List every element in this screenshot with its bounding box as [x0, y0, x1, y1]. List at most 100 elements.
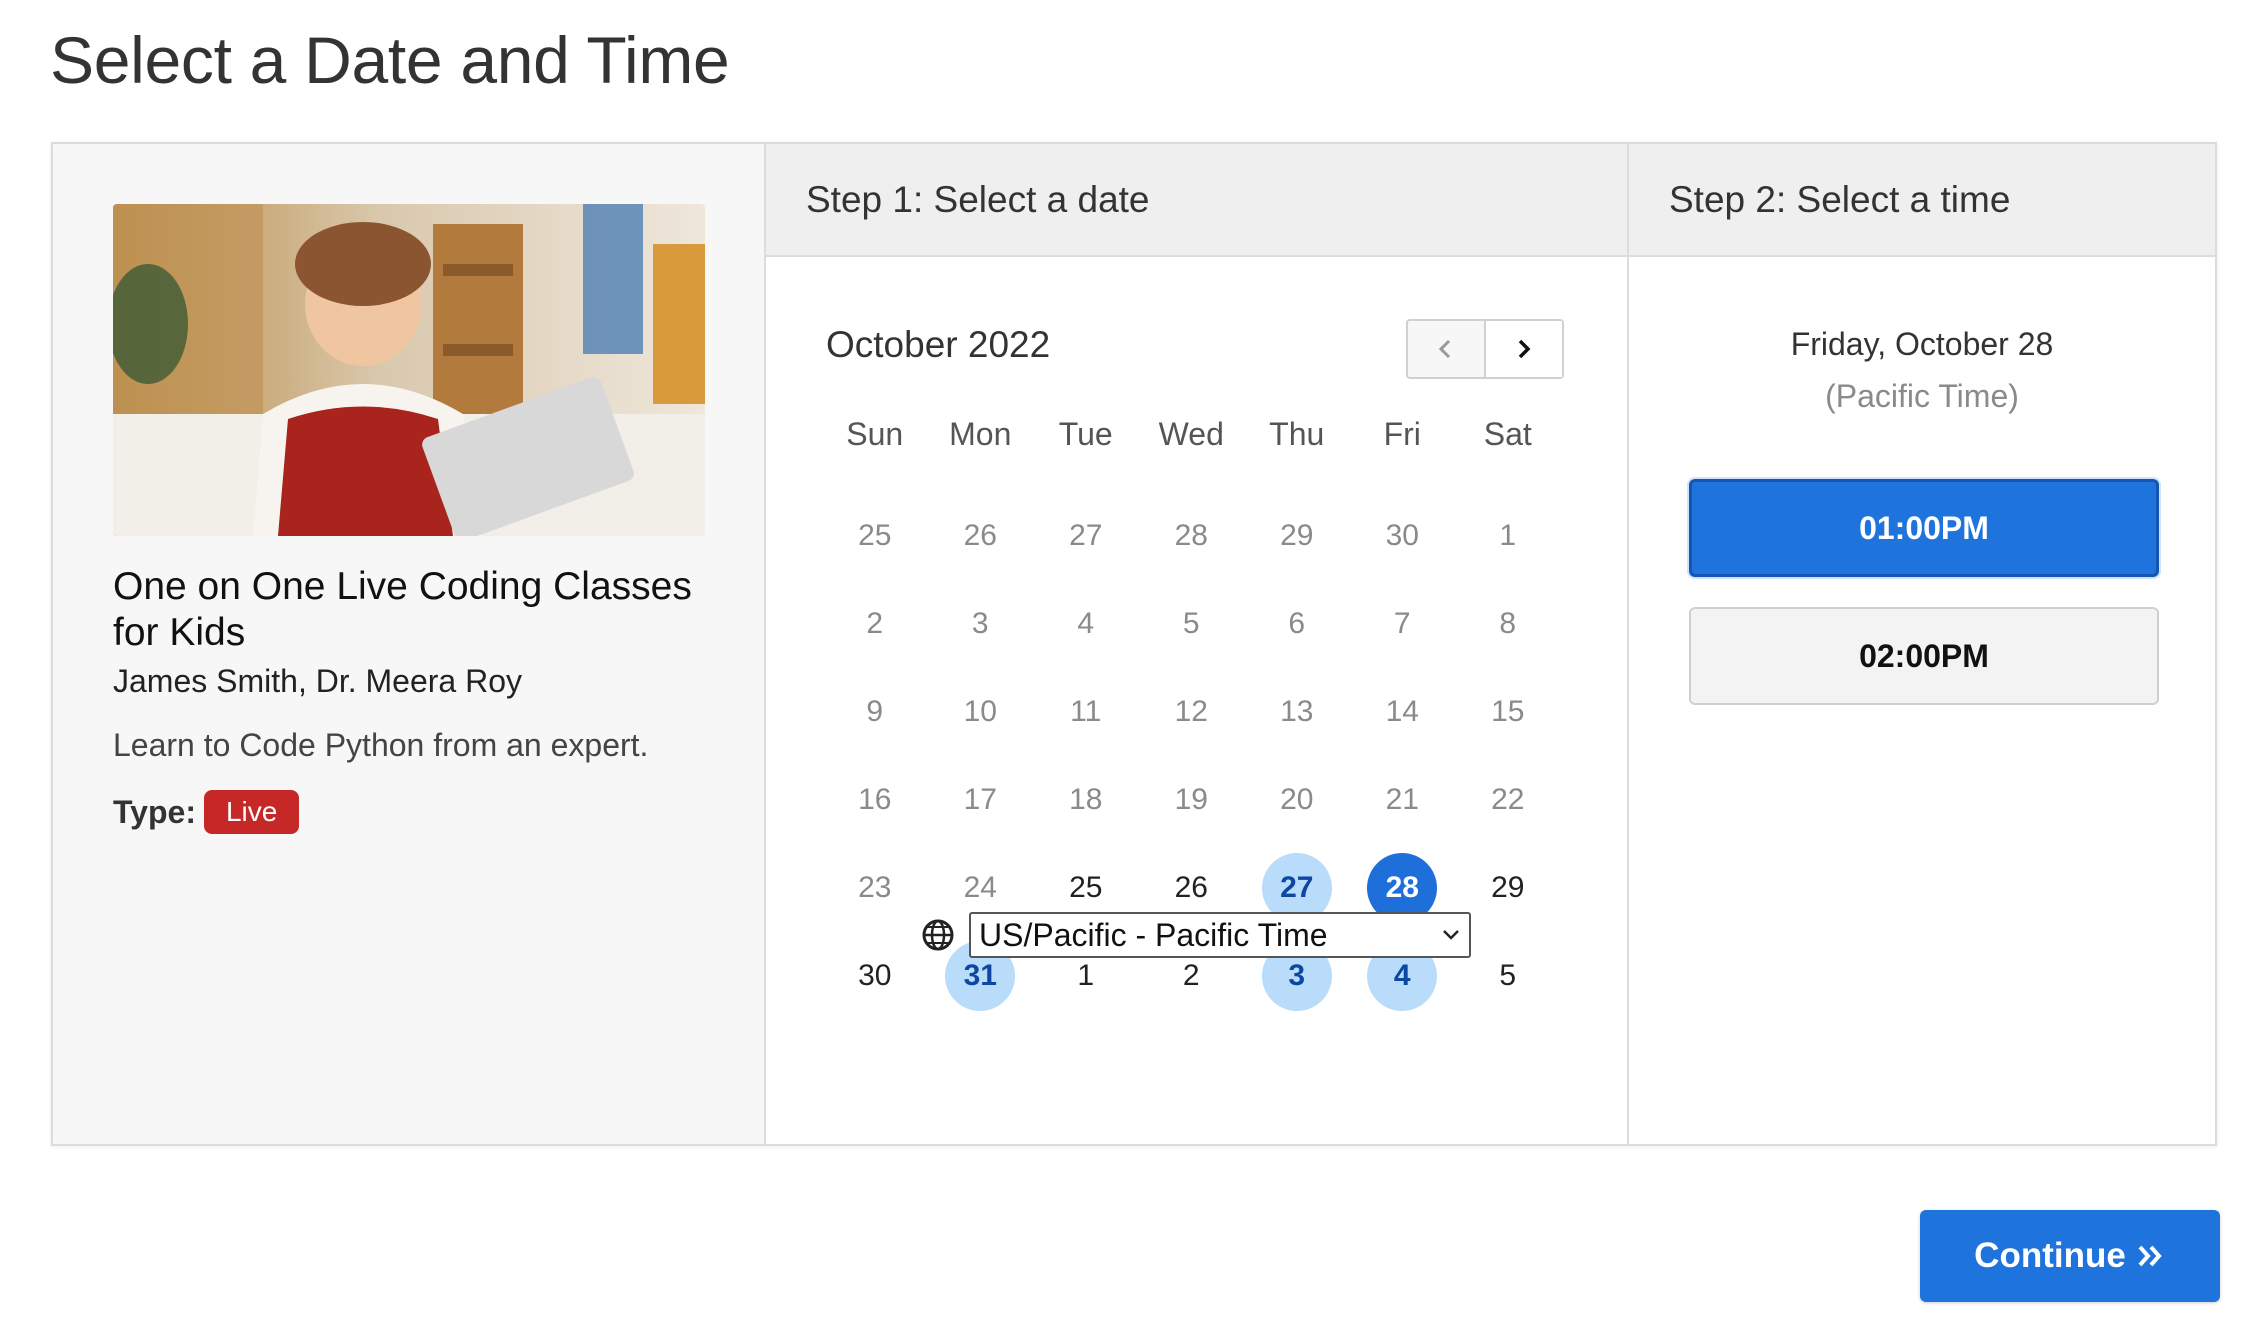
- calendar-day: 12: [1139, 668, 1245, 756]
- calendar-day: 3: [928, 580, 1034, 668]
- calendar-day-number: 16: [858, 783, 892, 816]
- calendar-day-number: 1: [1499, 519, 1517, 552]
- calendar-day: 13: [1244, 668, 1350, 756]
- month-nav: [1406, 319, 1564, 379]
- calendar-day: 2: [822, 580, 928, 668]
- calendar-day: 21: [1350, 756, 1456, 844]
- timezone-row: US/Pacific - Pacific Time: [921, 912, 1471, 958]
- selected-date-label: Friday, October 28: [1790, 326, 2054, 362]
- calendar-day-number: 5: [1499, 959, 1517, 992]
- calendar-day-number: 30: [858, 959, 892, 992]
- page-title: Select a Date and Time: [50, 23, 730, 97]
- timezone-value: US/Pacific - Pacific Time: [979, 916, 1328, 953]
- calendar-day-number: 15: [1491, 695, 1525, 728]
- chevron-left-icon: [1438, 339, 1451, 359]
- chevron-down-icon: [1443, 930, 1459, 940]
- calendar-day: 11: [1033, 668, 1139, 756]
- time-column: Step 2: Select a time Friday, October 28…: [1629, 144, 2215, 1144]
- calendar-day: 15: [1455, 668, 1561, 756]
- calendar-day-number: 29: [1491, 871, 1525, 904]
- calendar-day-number: 7: [1393, 607, 1411, 640]
- calendar-day: 8: [1455, 580, 1561, 668]
- calendar-day: 25: [822, 492, 928, 580]
- calendar-day: 30: [1350, 492, 1456, 580]
- weekday-label: Mon: [949, 415, 1012, 452]
- booking-panel: One on One Live Coding Classes for Kids …: [51, 142, 2217, 1146]
- calendar-day-number: 19: [1174, 783, 1208, 816]
- weekday-label: Sat: [1483, 415, 1532, 452]
- double-chevron-right-icon: [2138, 1245, 2162, 1267]
- calendar-day: 28: [1139, 492, 1245, 580]
- calendar-day-number: 12: [1174, 695, 1208, 728]
- class-photo: [113, 204, 705, 536]
- weekday-label: Sun: [846, 415, 904, 452]
- continue-label: Continue: [1974, 1236, 2126, 1275]
- type-row: Type: Live: [113, 790, 300, 834]
- calendar-day-number: 25: [858, 519, 892, 552]
- month-label: October 2022: [826, 324, 1051, 365]
- step1-header: Step 1: Select a date: [766, 144, 1627, 257]
- calendar-day-number: 8: [1499, 607, 1517, 640]
- calendar-day-number: 22: [1491, 783, 1525, 816]
- calendar-day: 5: [1139, 580, 1245, 668]
- calendar-day: 6: [1244, 580, 1350, 668]
- time-slot-1[interactable]: 01:00PM: [1689, 479, 2159, 577]
- next-month-button[interactable]: [1484, 321, 1562, 377]
- date-column: Step 1: Select a date October 2022 Sun Mo…: [766, 144, 1629, 1144]
- calendar-day: 4: [1033, 580, 1139, 668]
- time-slot-2[interactable]: 02:00PM: [1689, 607, 2159, 705]
- calendar-day-number: 2: [866, 607, 884, 640]
- weekday-label: Wed: [1158, 415, 1224, 452]
- calendar-day-number: 10: [963, 695, 997, 728]
- calendar-day-number: 13: [1280, 695, 1314, 728]
- calendar-day-number: 23: [858, 871, 892, 904]
- calendar-day: 23: [822, 844, 928, 932]
- calendar-day: 30: [822, 932, 928, 1020]
- calendar-day: 26: [928, 492, 1034, 580]
- calendar-day-number: 6: [1288, 607, 1306, 640]
- calendar-day-number: 27: [1069, 519, 1103, 552]
- calendar-day-number: 17: [963, 783, 997, 816]
- class-description: Learn to Code Python from an expert.: [113, 727, 649, 763]
- timezone-note: (Pacific Time): [1825, 378, 2019, 414]
- calendar-day-number: 3: [971, 607, 989, 640]
- calendar-day: 27: [1033, 492, 1139, 580]
- calendar-day-number: 21: [1385, 783, 1419, 816]
- calendar-day-number: 29: [1280, 519, 1314, 552]
- calendar-day-number: 5: [1182, 607, 1200, 640]
- type-badge: Live: [203, 790, 300, 834]
- calendar-day-number: 14: [1385, 695, 1419, 728]
- instructors: James Smith, Dr. Meera Roy: [113, 663, 522, 699]
- weekday-label: Tue: [1058, 415, 1113, 452]
- step2-header: Step 2: Select a time: [1629, 144, 2215, 257]
- calendar-day: 14: [1350, 668, 1456, 756]
- continue-button[interactable]: Continue: [1920, 1210, 2220, 1302]
- calendar-day: 9: [822, 668, 928, 756]
- calendar-day-number: 18: [1069, 783, 1103, 816]
- calendar-day: 1: [1455, 492, 1561, 580]
- calendar-day: 7: [1350, 580, 1456, 668]
- calendar-day-number: 26: [963, 519, 997, 552]
- prev-month-button[interactable]: [1408, 321, 1484, 377]
- class-title: One on One Live Coding Classes for Kids: [113, 565, 692, 654]
- weekday-label: Thu: [1269, 415, 1325, 452]
- calendar-day-number: 4: [1077, 607, 1095, 640]
- calendar-day: 18: [1033, 756, 1139, 844]
- calendar-day: 19: [1139, 756, 1245, 844]
- class-info-column: One on One Live Coding Classes for Kids …: [53, 144, 766, 1144]
- calendar-day: 10: [928, 668, 1034, 756]
- weekday-label: Fri: [1383, 415, 1421, 452]
- chevron-right-icon: [1518, 339, 1531, 359]
- calendar-day-number: 11: [1070, 695, 1102, 728]
- globe-icon: [922, 919, 954, 951]
- calendar-day: 29: [1244, 492, 1350, 580]
- calendar-day: 16: [822, 756, 928, 844]
- calendar-day-number: 30: [1385, 519, 1419, 552]
- calendar-day: 17: [928, 756, 1034, 844]
- calendar-day: 22: [1455, 756, 1561, 844]
- calendar-day-number: 28: [1174, 519, 1208, 552]
- timezone-select[interactable]: US/Pacific - Pacific Time: [969, 912, 1471, 958]
- calendar-day: 20: [1244, 756, 1350, 844]
- calendar-day-number: 20: [1280, 783, 1314, 816]
- type-label: Type:: [113, 793, 196, 830]
